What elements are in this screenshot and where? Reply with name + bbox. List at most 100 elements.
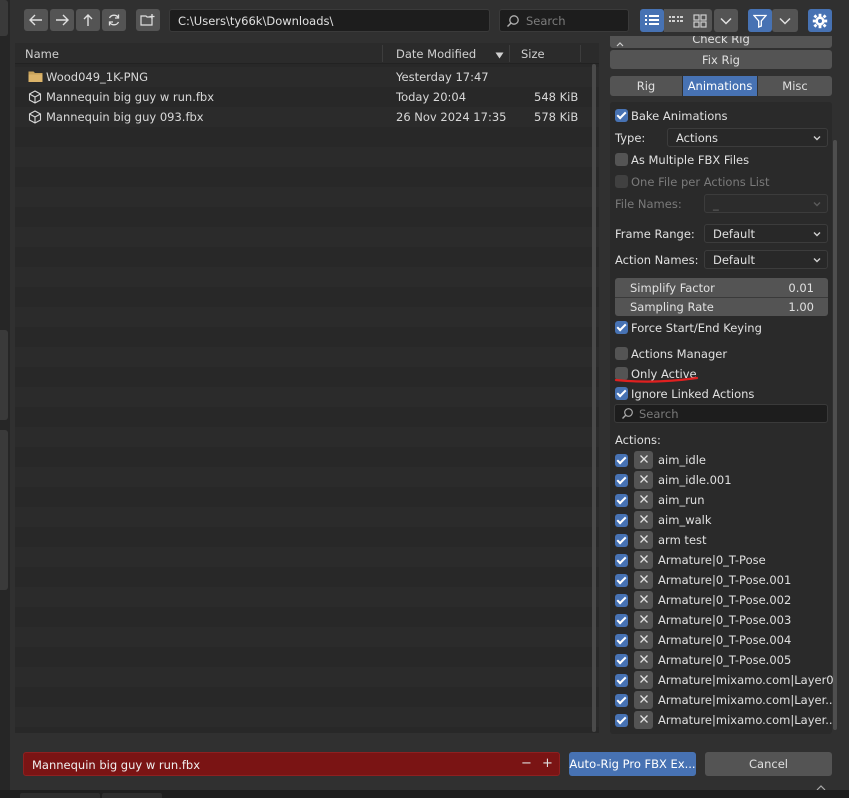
file-list[interactable]	[15, 43, 599, 733]
close-icon	[639, 653, 649, 667]
sort-descending-icon[interactable]	[495, 48, 504, 62]
file-row[interactable]: Mannequin big guy 093.fbx 26 Nov 2024 17…	[15, 107, 599, 127]
remove-action-button[interactable]	[634, 571, 653, 589]
list-stripe	[15, 207, 599, 227]
increment-button[interactable]: +	[542, 756, 553, 771]
back-button[interactable]	[24, 9, 48, 31]
sampling-rate-value: 1.00	[788, 300, 814, 314]
file-size: 548 KiB	[534, 90, 579, 104]
list-stripe	[15, 287, 599, 307]
horizontal-list-view-button[interactable]	[664, 9, 688, 32]
vertical-list-view-button[interactable]	[640, 9, 664, 32]
remove-action-button[interactable]	[634, 451, 653, 469]
list-stripe	[15, 507, 599, 527]
multiple-fbx-checkbox[interactable]	[615, 153, 628, 166]
sampling-rate-field[interactable]: Sampling Rate 1.00	[615, 298, 828, 316]
ignore-linked-checkbox[interactable]	[615, 387, 628, 400]
action-enabled-checkbox[interactable]	[615, 474, 628, 487]
new-folder-button[interactable]	[136, 9, 160, 31]
type-dropdown[interactable]: Actions	[667, 128, 828, 147]
parent-directory-button[interactable]	[76, 9, 100, 31]
action-enabled-checkbox[interactable]	[615, 594, 628, 607]
action-enabled-checkbox[interactable]	[615, 694, 628, 707]
column-header-date[interactable]: Date Modified	[396, 47, 476, 61]
chevron-up-icon[interactable]	[616, 36, 624, 50]
remove-action-button[interactable]	[634, 531, 653, 549]
display-settings-dropdown[interactable]	[714, 9, 738, 32]
tab-misc[interactable]: Misc	[758, 76, 832, 96]
file-list-scrollbar[interactable]	[592, 64, 596, 732]
tab-rig[interactable]: Rig	[610, 76, 682, 96]
panel-scrollbar[interactable]	[833, 140, 837, 730]
simplify-factor-field[interactable]: Simplify Factor 0.01	[615, 278, 828, 297]
frame-range-dropdown[interactable]: Default	[704, 224, 828, 243]
list-stripe	[15, 587, 599, 607]
decrement-button[interactable]: −	[521, 756, 532, 771]
bottom-strip	[0, 790, 849, 798]
actions-search-input[interactable]: Search	[614, 404, 828, 423]
close-icon	[639, 513, 649, 527]
folder-icon	[28, 70, 43, 83]
file-size: 578 KiB	[534, 110, 579, 124]
column-header-name[interactable]: Name	[25, 47, 59, 61]
file-row[interactable]: Wood049_1K-PNG Yesterday 17:47	[15, 67, 599, 87]
action-enabled-checkbox[interactable]	[615, 714, 628, 727]
check-rig-button[interactable]: Check Rig	[610, 36, 832, 48]
action-enabled-checkbox[interactable]	[615, 614, 628, 627]
operator-settings-button[interactable]	[808, 9, 832, 32]
file-row[interactable]: Mannequin big guy w run.fbx Today 20:04 …	[15, 87, 599, 107]
refresh-button[interactable]	[102, 9, 126, 31]
action-enabled-checkbox[interactable]	[615, 654, 628, 667]
remove-action-button[interactable]	[634, 471, 653, 489]
column-header-size[interactable]: Size	[521, 47, 545, 61]
left-edge-strip	[0, 0, 10, 798]
action-enabled-checkbox[interactable]	[615, 554, 628, 567]
remove-action-button[interactable]	[634, 591, 653, 609]
list-stripe	[15, 487, 599, 507]
filter-icon	[753, 14, 767, 28]
horizontal-list-icon	[668, 14, 684, 28]
filename-field[interactable]: Mannequin big guy w run.fbx − +	[23, 752, 560, 776]
action-enabled-checkbox[interactable]	[615, 534, 628, 547]
path-field[interactable]: C:\Users\ty66k\Downloads\	[169, 9, 490, 32]
mesh-icon	[28, 90, 42, 104]
filter-settings-dropdown[interactable]	[772, 9, 798, 32]
remove-action-button[interactable]	[634, 491, 653, 509]
action-enabled-checkbox[interactable]	[615, 494, 628, 507]
action-enabled-checkbox[interactable]	[615, 674, 628, 687]
file-date: Yesterday 17:47	[396, 70, 489, 84]
actions-manager-checkbox[interactable]	[615, 347, 628, 360]
list-stripe	[15, 307, 599, 327]
remove-action-button[interactable]	[634, 551, 653, 569]
fix-rig-button[interactable]: Fix Rig	[610, 50, 832, 69]
frame-range-value: Default	[713, 226, 756, 241]
action-names-dropdown[interactable]: Default	[704, 250, 828, 269]
cancel-button[interactable]: Cancel	[705, 752, 832, 776]
action-enabled-checkbox[interactable]	[615, 634, 628, 647]
force-keying-checkbox[interactable]	[615, 321, 628, 334]
remove-action-button[interactable]	[634, 631, 653, 649]
action-enabled-checkbox[interactable]	[615, 454, 628, 467]
remove-action-button[interactable]	[634, 671, 653, 689]
export-button[interactable]: Auto-Rig Pro FBX Ex...	[569, 752, 696, 776]
action-enabled-checkbox[interactable]	[615, 574, 628, 587]
action-enabled-checkbox[interactable]	[615, 514, 628, 527]
tab-animations[interactable]: Animations	[683, 76, 757, 96]
bake-animations-checkbox[interactable]	[615, 109, 628, 122]
search-input[interactable]: Search	[499, 9, 629, 32]
remove-action-button[interactable]	[634, 711, 653, 729]
remove-action-button[interactable]	[634, 651, 653, 669]
one-file-per-action-label: One File per Actions List	[631, 175, 770, 189]
list-stripe	[15, 427, 599, 447]
remove-action-button[interactable]	[634, 691, 653, 709]
force-keying-label: Force Start/End Keying	[631, 321, 762, 335]
action-names-label: Action Names:	[615, 253, 699, 267]
thumbnail-view-button[interactable]	[688, 9, 712, 32]
file-names-value: _	[713, 196, 719, 211]
filter-toggle-button[interactable]	[748, 9, 772, 32]
remove-action-button[interactable]	[634, 611, 653, 629]
close-icon	[639, 713, 649, 727]
grid-icon	[693, 13, 707, 28]
remove-action-button[interactable]	[634, 511, 653, 529]
forward-button[interactable]	[50, 9, 74, 31]
